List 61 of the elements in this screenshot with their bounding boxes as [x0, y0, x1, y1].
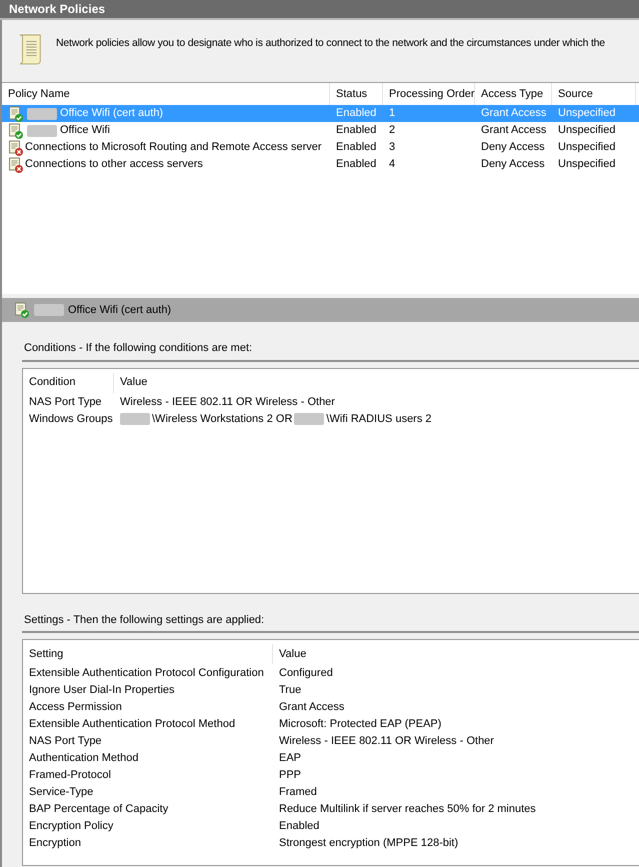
table-cell-text: Wireless - IEEE 802.11 OR Wireless - Other — [279, 734, 494, 750]
table-cell: Service-Type — [29, 786, 94, 798]
table-cell: 4 — [389, 158, 396, 170]
policy-row[interactable]: Connections to Microsoft Routing and Remote Access server Enabled 3 Deny Access Unspecified — [2, 139, 639, 156]
table-cell: Enabled — [336, 158, 376, 170]
table-cell: Deny Access — [481, 158, 545, 170]
table-cell: Extensible Authentication Protocol Configuration — [29, 667, 264, 680]
column-header[interactable]: Value — [273, 644, 639, 664]
table-cell: BAP Percentage of Capacity — [29, 803, 168, 816]
description-text: Network policies allow you to designate who is authorized to connect to the network and the circumstances under which the — [56, 36, 605, 51]
table-cell-text: PPP — [279, 768, 302, 784]
policy-name: Office Wifi (cert auth) — [60, 106, 164, 122]
table-cell-text: Strongest encryption (MPPE 128-bit) — [279, 836, 458, 852]
policy-row[interactable]: Office Wifi Enabled 2 Grant Access Unspecified — [2, 122, 639, 139]
table-cell: Unspecified — [558, 124, 616, 136]
table-cell: Authentication Method — [29, 752, 138, 764]
table-cell-text: Wireless - IEEE 802.11 OR Wireless - Other — [120, 394, 335, 410]
column-header[interactable]: Condition — [23, 372, 114, 392]
table-cell: 2 — [389, 124, 396, 136]
table-cell: Unspecified — [558, 158, 616, 170]
table-cell-text: Configured — [279, 666, 333, 682]
redacted-block — [120, 413, 150, 425]
redacted-block — [294, 413, 324, 425]
table-cell: Unspecified — [558, 107, 616, 120]
policy-name: Connections to Microsoft Routing and Remote Access server — [25, 140, 322, 156]
table-cell-text: Reduce Multilink if server reaches 50% for 2 minutes — [279, 802, 536, 818]
table-cell-text: Grant Access — [279, 700, 344, 716]
table-cell: Framed-Protocol — [29, 769, 111, 782]
table-cell: Enabled — [336, 107, 376, 120]
section-heading: Settings - Then the following settings are applied: — [24, 614, 264, 626]
policy-row[interactable]: Connections to other access servers Enabled 4 Deny Access Unspecified — [2, 156, 639, 173]
policy-name: Connections to other access servers — [25, 157, 203, 172]
table-cell-text: \Wifi RADIUS users 2 — [326, 412, 432, 427]
table-cell: Access Permission — [29, 701, 122, 714]
detail-policy-name: Office Wifi (cert auth) — [68, 302, 172, 318]
table-cell: 1 — [389, 107, 396, 120]
table-cell-text: Enabled — [279, 819, 320, 834]
table-cell: NAS Port Type — [29, 396, 102, 408]
table-cell: Grant Access — [481, 124, 546, 136]
table-cell: Enabled — [336, 124, 376, 136]
table-cell: Ignore User Dial-In Properties — [29, 684, 175, 696]
table-cell: Extensible Authentication Protocol Method — [29, 718, 236, 730]
column-header[interactable]: Value — [114, 372, 639, 392]
table-cell: Enabled — [336, 141, 376, 154]
window-title: Network Policies — [9, 1, 106, 18]
table-cell: Windows Groups — [29, 412, 113, 425]
table-cell: Grant Access — [481, 107, 546, 120]
policy-name: Office Wifi — [60, 123, 110, 138]
table-cell-text: \Wireless Workstations 2 OR — [152, 412, 292, 427]
section-heading: Conditions - If the following conditions are met: — [24, 342, 252, 354]
table-cell: NAS Port Type — [29, 735, 102, 748]
column-header[interactable]: Setting — [23, 644, 273, 664]
table-cell-text: True — [279, 683, 302, 698]
table-cell: Unspecified — [558, 141, 616, 154]
table-cell-text: EAP — [279, 751, 302, 766]
table-cell: Encryption — [29, 837, 81, 850]
table-cell: Encryption Policy — [29, 820, 114, 832]
table-cell-text: Framed — [279, 785, 317, 800]
table-cell: 3 — [389, 141, 396, 154]
table-cell: Deny Access — [481, 141, 545, 154]
table-cell-text: Microsoft: Protected EAP (PEAP) — [279, 717, 442, 732]
